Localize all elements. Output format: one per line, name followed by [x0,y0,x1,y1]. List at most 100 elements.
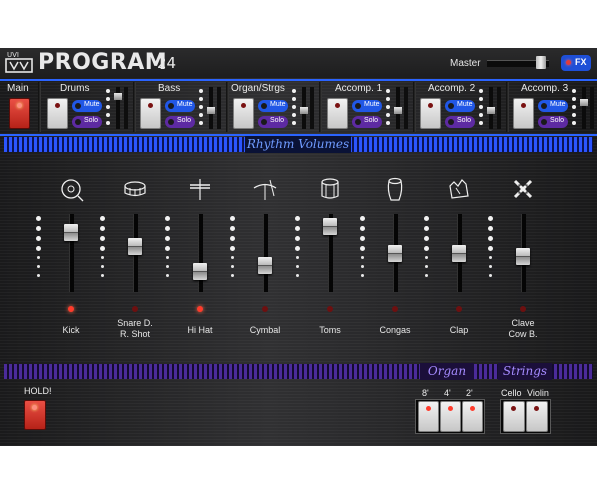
part-main: Main [7,83,37,133]
part-organ-strgs-enable-button[interactable] [233,98,254,129]
part-accomp-3-fader[interactable] [580,87,588,129]
part-organ-strgs-fader-handle[interactable] [300,107,308,114]
part-bass: Bass Mute Solo [138,83,228,133]
part-bass-solo-button[interactable]: Solo [165,116,195,128]
part-drums-fader-handle[interactable] [114,93,122,100]
part-drums-led-icon [55,103,60,108]
part-bass-mute-button[interactable]: Mute [165,100,195,112]
solo-led-icon [448,119,454,125]
channel-kick-drum-led [68,306,74,312]
solo-led-icon [355,119,361,125]
mute-led-icon [355,103,361,109]
part-accomp-1-enable-button[interactable] [327,98,348,129]
part-organ-strgs-solo-button[interactable]: Solo [258,116,288,128]
part-drums-fader[interactable] [114,87,122,129]
main-power-button[interactable] [9,98,30,129]
part-accomp-3-enable-button[interactable] [513,98,534,129]
cello-button[interactable] [503,401,525,432]
part-accomp-3: Accomp. 3 Mute Solo [511,83,597,133]
channel-toms-fader-handle[interactable] [323,218,337,235]
part-accomp-2-fader-handle[interactable] [487,107,495,114]
hi-hat-icon [187,176,213,202]
part-accomp-2-fader[interactable] [487,87,495,129]
channel-cymbal-fader[interactable] [263,214,268,292]
part-accomp-1-fader-handle[interactable] [394,107,402,114]
part-accomp-3-mute-button[interactable]: Mute [538,100,568,112]
master-slider-handle[interactable] [536,56,546,69]
part-accomp-2-label: Accomp. 2 [428,83,476,94]
part-bass-fader[interactable] [207,87,215,129]
organ-8-button[interactable] [418,401,439,432]
part-accomp-1: Accomp. 1 Mute Solo [325,83,415,133]
part-accomp-2-solo-button[interactable]: Solo [445,116,475,128]
part-drums-solo-button[interactable]: Solo [72,116,102,128]
part-drums-level-dots [106,89,110,129]
channel-cymbal-led [262,306,268,312]
channel-clave-led [520,306,526,312]
mute-led-icon [75,103,81,109]
part-accomp-1-mute-button[interactable]: Mute [352,100,382,112]
solo-label: Solo [84,117,99,124]
hold-button[interactable] [24,400,46,430]
channel-hi-hat-led [197,306,203,312]
conga-icon [382,176,408,202]
mute-label: Mute [270,101,286,108]
part-separator [226,82,229,132]
organ-4-button[interactable] [440,401,461,432]
part-drums-enable-button[interactable] [47,98,68,129]
channel-cymbal-fader-handle[interactable] [258,257,272,274]
channel-conga-label-line: Congas [379,325,411,335]
part-bass-meter [217,87,221,129]
mute-led-icon [541,103,547,109]
strings-cello-label: Cello [501,388,522,398]
solo-led-icon [168,119,174,125]
part-drums-mute-button[interactable]: Mute [72,100,102,112]
part-bass-enable-button[interactable] [140,98,161,129]
channel-kick-drum-label: Kick [36,325,106,336]
part-accomp-1-solo-button[interactable]: Solo [352,116,382,128]
part-bass-fader-handle[interactable] [207,107,215,114]
mute-led-icon [448,103,454,109]
part-organ-strgs-fader[interactable] [300,87,308,129]
rhythm-volumes-title: Rhythm Volumes [245,136,351,153]
channel-snare-drum-label: Snare D. R. Shot [100,318,170,340]
part-bass-led-icon [148,103,153,108]
part-organ-strgs-mute-button[interactable]: Mute [258,100,288,112]
organ-2-led-icon [470,406,475,411]
part-drums-meter [124,87,128,129]
part-separator [319,82,322,132]
channel-snare-drum-fader-handle[interactable] [128,238,142,255]
channel-hi-hat-label-line: Hi Hat [187,325,213,335]
part-accomp-1-fader[interactable] [394,87,402,129]
channel-hi-hat-fader[interactable] [198,214,203,292]
hold-label: HOLD! [24,386,52,396]
part-accomp-2-mute-button[interactable]: Mute [445,100,475,112]
mute-led-icon [261,103,267,109]
channel-clap-led [456,306,462,312]
channel-conga-fader-handle[interactable] [388,245,402,262]
part-organ-strgs: Organ/Strgs Mute Solo [231,83,321,133]
channel-toms-label: Toms [295,325,365,336]
part-accomp-3-label: Accomp. 3 [521,83,569,94]
channel-toms-scale [295,216,300,283]
channel-clap-fader-handle[interactable] [452,245,466,262]
part-accomp-3-solo-button[interactable]: Solo [538,116,568,128]
channel-conga-led [392,306,398,312]
channel-clave-fader-handle[interactable] [516,248,530,265]
part-accomp-3-fader-handle[interactable] [580,99,588,106]
part-accomp-2-enable-button[interactable] [420,98,441,129]
part-strip-top-line [0,79,597,81]
part-accomp-2-led-icon [428,103,433,108]
mute-led-icon [168,103,174,109]
organ-2-button[interactable] [462,401,483,432]
violin-button[interactable] [526,401,548,432]
solo-label: Solo [550,117,565,124]
channel-clap-label: Clap [424,325,494,336]
toms-icon [317,176,343,202]
program24-window: UVI PROGRAM 24 Master FX Main Drums Mute S… [0,48,597,446]
channel-hi-hat-fader-handle[interactable] [193,263,207,280]
header-bar: UVI PROGRAM 24 Master FX [0,48,597,78]
fx-button[interactable]: FX [561,55,591,71]
channel-kick-drum-fader-handle[interactable] [64,224,78,241]
mute-label: Mute [550,101,566,108]
